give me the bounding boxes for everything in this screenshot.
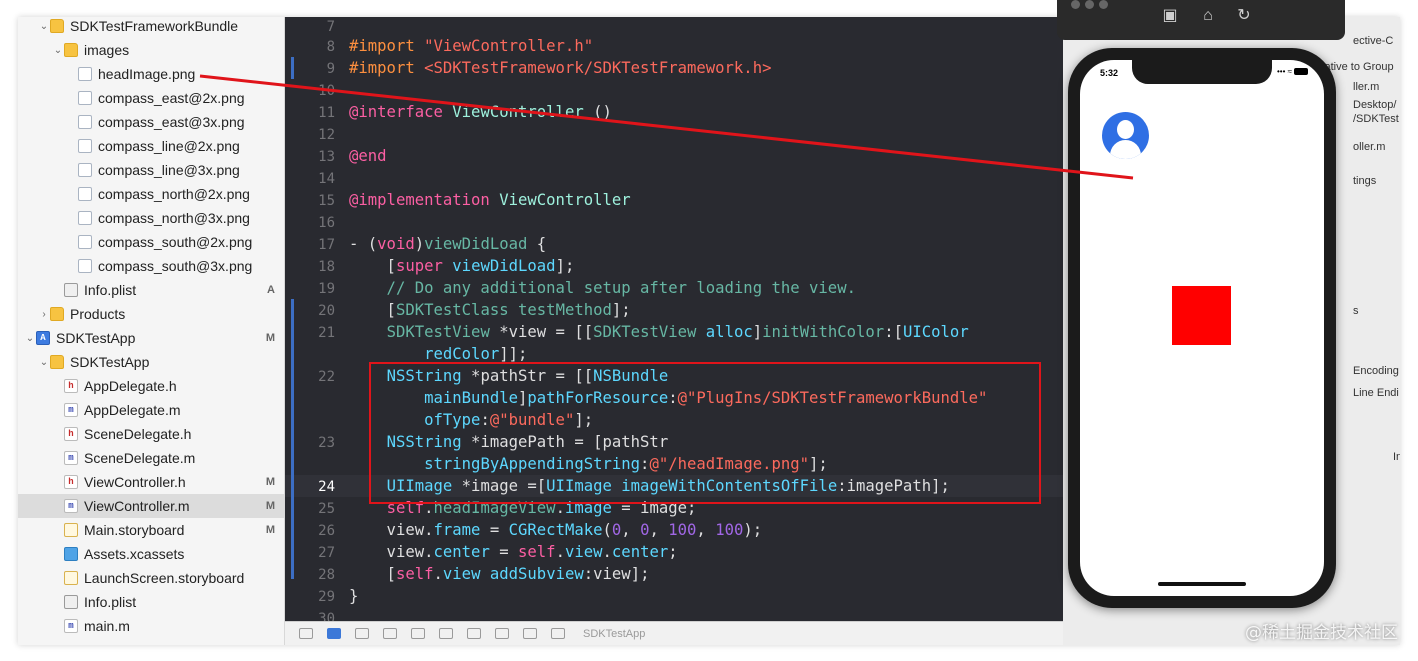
- annotation-arrow: [199, 74, 1134, 180]
- watermark: @稀土掘金技术社区: [1245, 623, 1398, 643]
